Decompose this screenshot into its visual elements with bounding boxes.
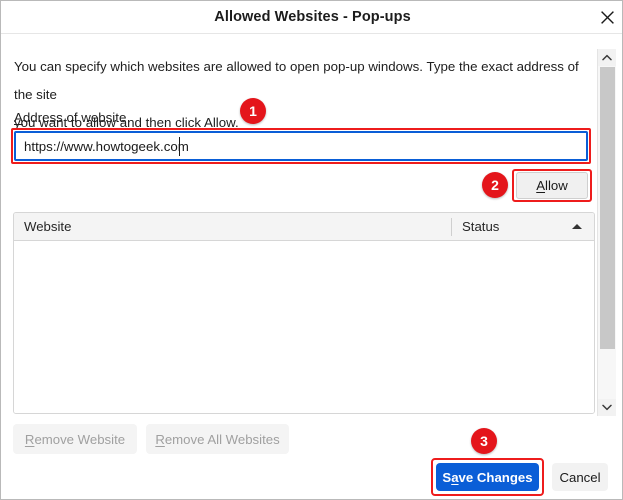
step-badge-2: 2 <box>482 172 508 198</box>
close-icon[interactable] <box>592 3 622 31</box>
address-label-rest: ddress of website <box>22 110 127 125</box>
address-input[interactable] <box>14 131 588 161</box>
step-badge-1: 1 <box>240 98 266 124</box>
chevron-up-icon[interactable] <box>598 49 616 66</box>
table-body[interactable] <box>14 241 594 413</box>
column-header-status[interactable]: Status <box>451 218 499 236</box>
save-changes-button[interactable]: Sa ve Changes <box>436 463 539 491</box>
sort-ascending-icon[interactable] <box>572 224 582 229</box>
table-header-row: Website Status <box>14 213 594 241</box>
remove-website-accel: R <box>24 431 35 447</box>
remove-all-accel: R <box>155 431 165 447</box>
scrollbar-thumb[interactable] <box>600 67 615 349</box>
remove-website-label: emove Website <box>34 431 126 447</box>
remove-all-label: emove All Websites <box>164 431 280 447</box>
step-badge-3: 3 <box>471 428 497 454</box>
remove-all-websites-button[interactable]: Remove All Websites <box>146 424 289 454</box>
allow-button-label: llow <box>545 178 568 193</box>
dialog-titlebar: Allowed Websites - Pop-ups <box>1 1 622 34</box>
save-button-pre: S <box>442 469 452 485</box>
dialog-scrollbar[interactable] <box>597 49 616 416</box>
allowed-websites-dialog: Allowed Websites - Pop-ups You can speci… <box>0 0 623 500</box>
allow-button[interactable]: Allow <box>516 172 588 199</box>
chevron-down-icon[interactable] <box>598 399 616 416</box>
address-field-label: Address of website <box>14 110 126 125</box>
column-header-website[interactable]: Website <box>24 213 71 241</box>
address-label-accel: A <box>14 110 23 125</box>
save-button-accel: a <box>451 469 459 485</box>
websites-table: Website Status <box>13 212 595 414</box>
text-caret <box>179 137 180 156</box>
dialog-title: Allowed Websites - Pop-ups <box>214 9 411 25</box>
cancel-button[interactable]: Cancel <box>552 463 608 491</box>
description-line-1: You can specify which websites are allow… <box>14 59 579 102</box>
allow-button-accel: A <box>536 178 546 193</box>
remove-website-button[interactable]: Remove Website <box>13 424 137 454</box>
save-button-label: ve Changes <box>458 469 533 485</box>
